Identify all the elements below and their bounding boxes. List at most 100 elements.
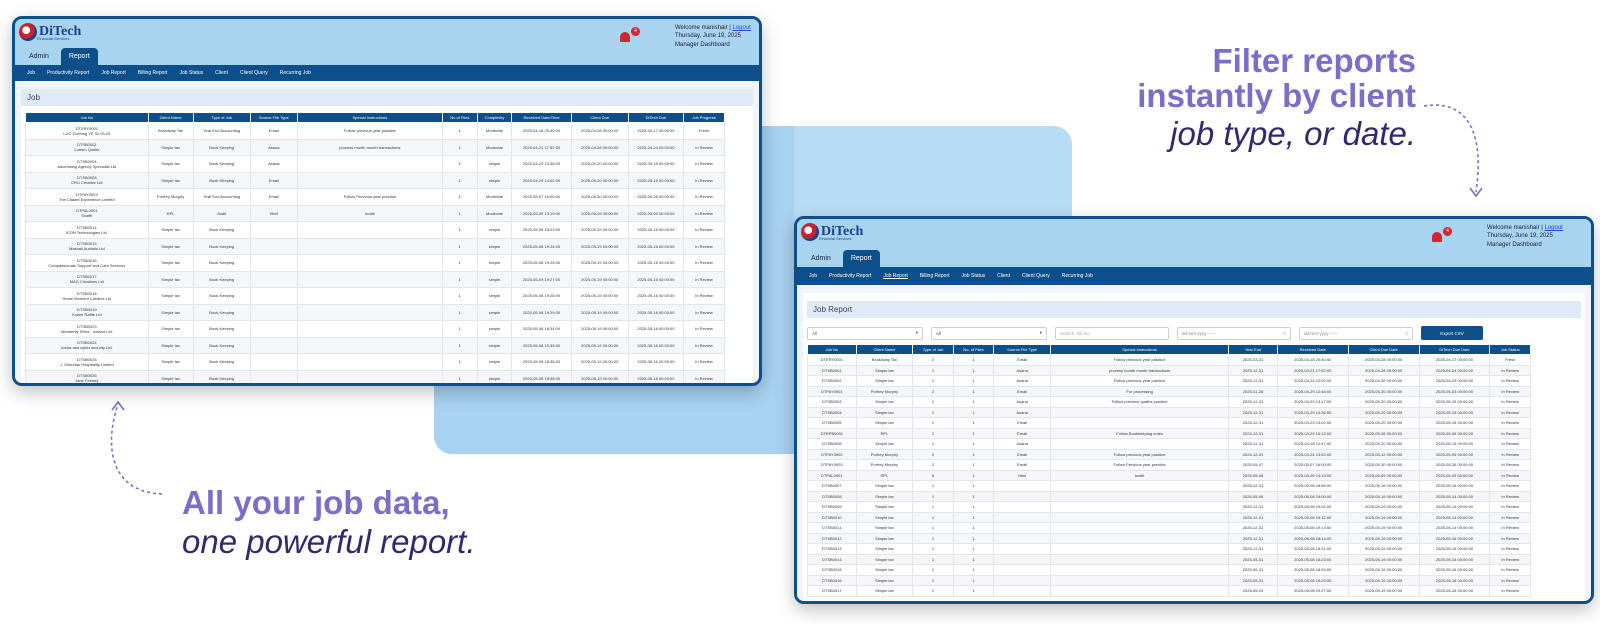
table-row[interactable]: DTSB0012 Simple tax 1 1 2025-12-31 2025-05-08… — [807, 532, 1531, 544]
table-cell: Simple tax — [147, 221, 194, 239]
table-row[interactable]: DTSB0016 Compassionate Support and Care S… — [25, 254, 725, 272]
table-cell: Simple tax — [855, 417, 914, 429]
subnav-client[interactable]: Client — [991, 267, 1016, 285]
table-row[interactable]: DTSB0013 Simple tax 1 1 2025-12-31 2025-05-08… — [807, 543, 1531, 555]
table-row[interactable]: DTSB0004 Simple tax 1 1 Asana 2025-12-31 2025-… — [807, 406, 1531, 418]
client-filter-select[interactable]: All ▾ — [807, 326, 923, 340]
table-row[interactable]: DTSB0006 Simple tax 1 1 Asana 2025-12-31 2025-… — [807, 438, 1531, 450]
table-row[interactable]: DTSB0003 Simple tax 1 1 Asana Follow previous… — [807, 396, 1531, 408]
column-header: Job No — [807, 344, 857, 355]
table-row[interactable]: DTSB0010 Simple tax 1 1 2025-12-31 2025-05-08… — [807, 511, 1531, 523]
table-row[interactable]: DTSB0015 Simple tax 1 1 2025-05-31 2025-05-08… — [807, 564, 1531, 576]
table-row[interactable]: DTSB0014 ICON Technologies Ltd. Simple tax… — [25, 221, 725, 239]
table-cell: 2025-05-08 19:25:00 — [1276, 574, 1349, 586]
table-cell: In Review — [683, 320, 725, 338]
tab-admin[interactable]: Admin — [803, 250, 839, 267]
job-report-window: DiTech Financial Services 4 Welcome mani… — [794, 216, 1594, 604]
table-cell: Broadway Tax — [147, 122, 194, 140]
table-row[interactable]: DTPAY0002 Porfrey Murphy 2 1 Email Follow pre… — [807, 448, 1531, 460]
notification-bell-icon[interactable]: 4 — [619, 27, 640, 43]
table-row[interactable]: DTSB0008 Simple tax 1 1 2026-05-09 2025-05-08… — [807, 490, 1531, 502]
table-row[interactable]: DTSB0004 Advertising Agency Specialist Lt… — [25, 155, 725, 173]
export-csv-button[interactable]: Export CSV — [1421, 326, 1483, 340]
table-cell — [1049, 574, 1230, 586]
table-cell: 2025-05-14 00:00:00 — [1418, 490, 1491, 502]
logout-link[interactable]: Logout — [732, 25, 750, 31]
subnav-recurring-job[interactable]: Recurring Job — [274, 65, 317, 81]
subnav-recurring-job[interactable]: Recurring Job — [1056, 267, 1099, 285]
table-row[interactable]: DTPAY0003 The Citadel Experience Limited P… — [25, 188, 725, 206]
table-cell: 2025-05-08 19:01:00 — [1276, 501, 1349, 513]
table-row[interactable]: DTSB0009 Simple tax 1 1 2025-12-31 2025-05-08… — [807, 501, 1531, 513]
table-cell: DTSB0026 Jane Feeney — [25, 369, 149, 383]
logout-link[interactable]: Logout — [1544, 225, 1562, 231]
table-row[interactable]: DTSB0019 Kolme Raffle Ltd Simple tax Book K… — [25, 303, 725, 321]
table-row[interactable]: DTSB0023 Wonderfly Films - Ireland Ltd. Si… — [25, 320, 725, 338]
notification-badge: 4 — [1443, 227, 1452, 236]
table-cell: 2025-05-19 00:00:00 — [1347, 553, 1420, 565]
table-cell: simple — [476, 353, 513, 371]
subnav-client-query[interactable]: Client Query — [1016, 267, 1056, 285]
to-date-input[interactable]: dd-mm-yyyy --:-- □ — [1299, 326, 1413, 340]
table-cell: In Review — [683, 138, 725, 156]
table-cell: 1 — [912, 553, 954, 565]
table-row[interactable]: DTSB0016 Simple tax 1 1 2025-05-31 2025-05-08… — [807, 574, 1531, 586]
table-row[interactable]: DTPAY0001 Porfrey Murphy 2 1 Email For proces… — [807, 385, 1531, 397]
table-row[interactable]: DTSB0005 Simple tax 1 1 Email 2025-12-31 2025-… — [807, 417, 1531, 429]
table-cell: DTSB0002 — [807, 375, 857, 387]
subnav-job[interactable]: Job — [21, 65, 41, 81]
table-row[interactable]: DTSB0024 Archa and cyber security Ltd. Sim… — [25, 336, 725, 354]
table-row[interactable]: DTSB0026 Jane Feeney Simple tax Book Keepin… — [25, 369, 725, 383]
table-row[interactable]: DTSB0001 Simple tax 1 1 Asana process month m… — [807, 364, 1531, 376]
table-row[interactable]: DTERY0001 LUC Clothing YE 31.03.25 Broadwa… — [25, 122, 725, 140]
table-row[interactable]: DTSB0017 Simple tax 1 1 2025-05-19 2025-05-08… — [807, 585, 1531, 597]
logo-mark-icon — [19, 23, 37, 41]
subnav-client-query[interactable]: Client Query — [234, 65, 274, 81]
table-row[interactable]: DTSB0002 Simple tax 1 1 Asana Follow previous… — [807, 375, 1531, 387]
table-row[interactable]: DTPAL0001 RPL 6 1 Html tooltit 2025-05-08 2025-… — [807, 469, 1531, 481]
search-job-input[interactable]: Search Job No — [1055, 326, 1169, 340]
table-row[interactable]: DTSB0018 Home Moment Candles Ltd Simple ta… — [25, 287, 725, 305]
table-row[interactable]: DTSB0007 Simple tax 1 1 2025-12-31 2025-05-08… — [807, 480, 1531, 492]
table-row[interactable]: DTPAY0003 Porfrey Murphy 2 1 Email Follow Pre… — [807, 459, 1531, 471]
job-type-filter-select[interactable]: All ▾ — [931, 326, 1047, 340]
subnav-job-report[interactable]: Job Report — [95, 65, 131, 81]
table-cell: 2025-04-30 00:00:00 — [1347, 375, 1420, 387]
table-row[interactable]: DTSB0017 M&G Creations Ltd Simple tax Book … — [25, 270, 725, 288]
subnav-job-status[interactable]: Job Status — [174, 65, 210, 81]
tab-report[interactable]: Report — [60, 48, 98, 65]
table-row[interactable]: DTSB0011 Simple tax 1 1 2025-12-31 2025-05-08… — [807, 522, 1531, 534]
table-row[interactable]: DTSB0014 Simple tax 1 1 2025-05-31 2025-05-08… — [807, 553, 1531, 565]
job-table: Job No Client Name Type of Job Source File … — [25, 112, 725, 383]
subnav-job-report[interactable]: Job Report — [877, 267, 913, 285]
tab-report[interactable]: Report — [842, 250, 880, 267]
table-cell: 1 — [952, 490, 995, 502]
table-row[interactable]: DTRPB0001 RPL 1 1 Email Follow Bookkeeping no… — [807, 427, 1531, 439]
table-cell: 1 — [952, 417, 995, 429]
subnav-client[interactable]: Client — [209, 65, 234, 81]
table-row[interactable]: DTERY0001 Broadway Tax 2 1 Email Follow previ… — [807, 354, 1531, 366]
subnav-billing-report[interactable]: Billing Report — [132, 65, 174, 81]
table-row[interactable]: DTSB0015 Mashall Audiotic Ltd Simple tax Bo… — [25, 237, 725, 255]
table-cell — [296, 254, 443, 272]
table-cell: 1 — [441, 254, 478, 272]
subnav-productivity-report[interactable]: Productivity Report — [41, 65, 95, 81]
filter-bar: All ▾ All ▾ Search Job No dd-mm-yyyy --:--… — [803, 318, 1585, 344]
subnav-productivity-report[interactable]: Productivity Report — [823, 267, 877, 285]
table-row[interactable]: DTSB0005 CRU Creative Ltd Simple tax Book K… — [25, 171, 725, 189]
table-cell: 2025-05-19 00:00:00 — [1347, 501, 1420, 513]
table-row[interactable]: DTPAL0001 Scoffit RPL Audit Html tooltit 1 Mode… — [25, 204, 725, 222]
tab-admin[interactable]: Admin — [21, 48, 57, 65]
table-row[interactable]: DTSB0025 J. Sheridan Hospitality Limited S… — [25, 353, 725, 371]
table-cell: 1 — [441, 221, 478, 239]
table-cell: 1 — [441, 369, 478, 383]
from-date-input[interactable]: dd-mm-yyyy --:-- □ — [1177, 326, 1291, 340]
table-cell: 2025-05-08 18:34:00 — [511, 320, 572, 338]
notification-bell-icon[interactable]: 4 — [1431, 227, 1452, 243]
subnav-job[interactable]: Job — [803, 267, 823, 285]
subnav-billing-report[interactable]: Billing Report — [914, 267, 956, 285]
table-cell: 1 — [441, 188, 478, 206]
table-row[interactable]: DTSB0001 Lumen Quirks Simple tax Book Keepi… — [25, 138, 725, 156]
subnav-job-status[interactable]: Job Status — [956, 267, 992, 285]
table-cell: 1 — [952, 480, 995, 492]
